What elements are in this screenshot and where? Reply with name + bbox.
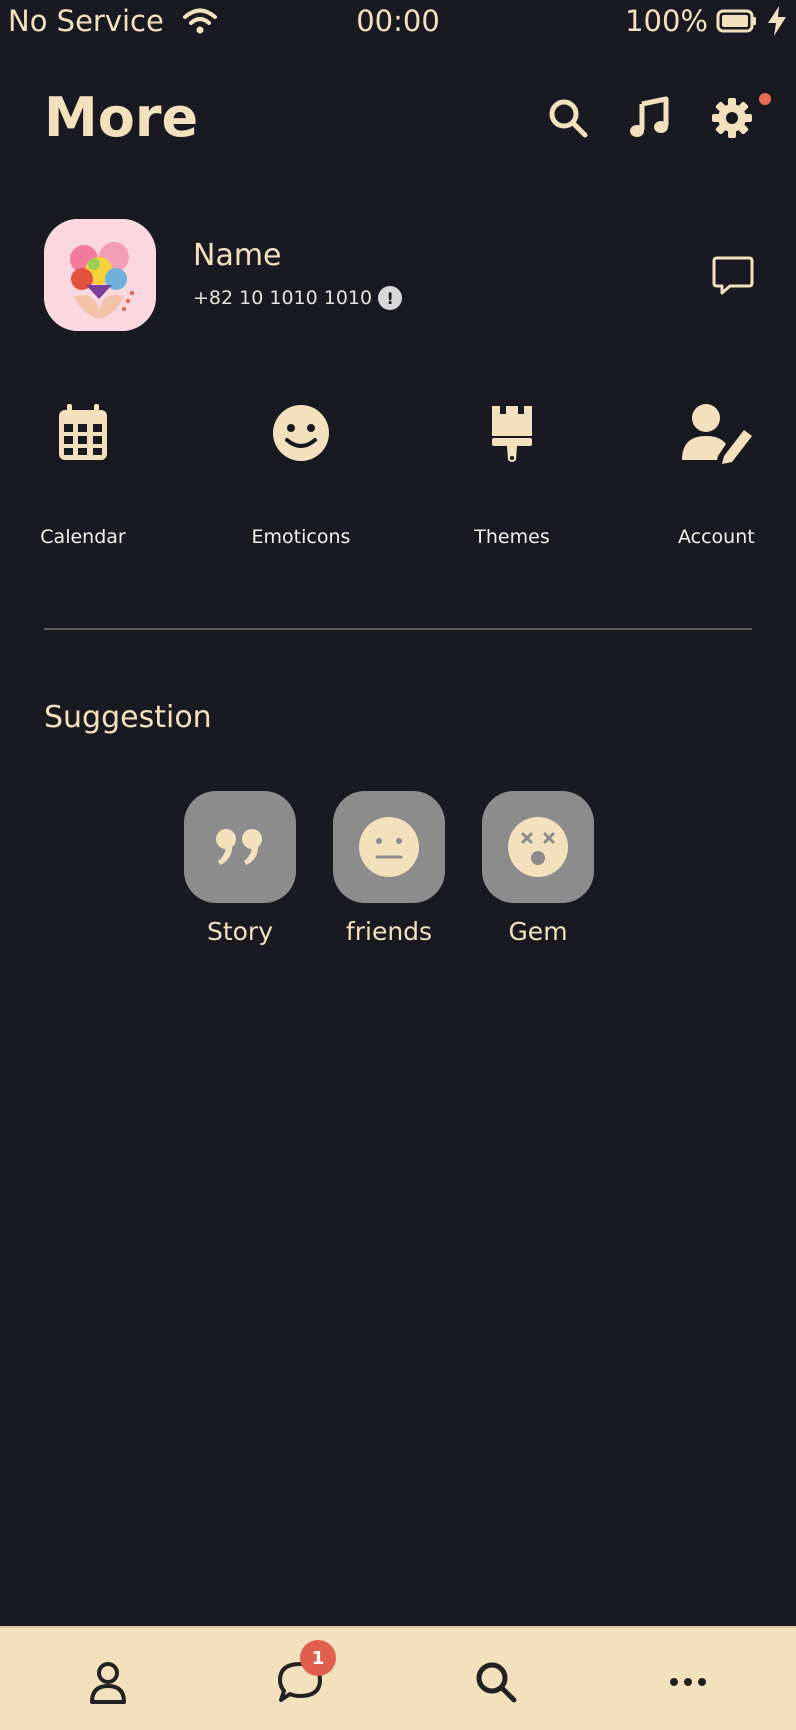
more-screen: No Service 00:00 100% More Name +82 10 1… [0, 0, 796, 1730]
search-icon[interactable] [472, 1658, 520, 1706]
user-edit-icon [682, 404, 752, 464]
quick-action-themes[interactable]: Themes [474, 400, 550, 548]
quick-action-label: Themes [474, 526, 550, 548]
smiley-icon [273, 405, 329, 461]
calendar-icon [59, 404, 107, 460]
quick-action-label: Emoticons [251, 526, 351, 548]
paintbrush-icon [492, 406, 532, 462]
neutral-face-icon [359, 817, 419, 877]
quick-action-label: Calendar [40, 526, 126, 548]
chat-unread-badge: 1 [300, 1640, 336, 1676]
avatar-image [44, 219, 156, 331]
more-dots-icon[interactable] [664, 1658, 712, 1706]
charging-bolt-icon [768, 6, 786, 36]
quick-action-calendar[interactable]: Calendar [40, 400, 126, 548]
suggestion-story[interactable]: Story [184, 791, 296, 946]
person-icon[interactable] [84, 1658, 132, 1706]
quick-action-account[interactable]: Account [678, 400, 755, 548]
page-title: More [44, 86, 199, 149]
section-divider [44, 628, 752, 630]
suggestion-friends[interactable]: friends [333, 791, 445, 946]
search-icon[interactable] [546, 96, 590, 140]
suggestion-title: Suggestion [44, 700, 212, 735]
suggestion-gem[interactable]: Gem [482, 791, 594, 946]
music-note-icon[interactable] [628, 96, 672, 140]
suggestion-label: friends [345, 917, 433, 946]
profile-phone-row: +82 10 1010 1010 ! [193, 286, 403, 310]
info-icon[interactable]: ! [378, 286, 403, 310]
status-right: 100% [625, 4, 788, 38]
suggestion-tile [333, 791, 445, 903]
suggestion-tile [482, 791, 594, 903]
quote-icon [216, 829, 262, 865]
settings-notification-dot [759, 93, 771, 105]
status-bar: No Service 00:00 100% [0, 0, 796, 46]
battery-percent: 100% [625, 4, 708, 38]
quick-action-label: Account [678, 526, 755, 548]
chat-bubble-icon[interactable] [712, 254, 754, 296]
suggestion-tile [184, 791, 296, 903]
suggestion-label: Gem [508, 917, 568, 946]
suggestion-label: Story [206, 917, 274, 946]
dizzy-face-icon [508, 817, 568, 877]
profile-phone: +82 10 1010 1010 [193, 287, 373, 309]
gear-icon[interactable] [710, 96, 754, 140]
bottom-tab-bar: 1 [0, 1626, 796, 1730]
profile-name: Name [193, 238, 282, 273]
quick-action-emoticons[interactable]: Emoticons [250, 400, 352, 548]
battery-icon [716, 9, 756, 33]
avatar[interactable] [44, 219, 156, 331]
